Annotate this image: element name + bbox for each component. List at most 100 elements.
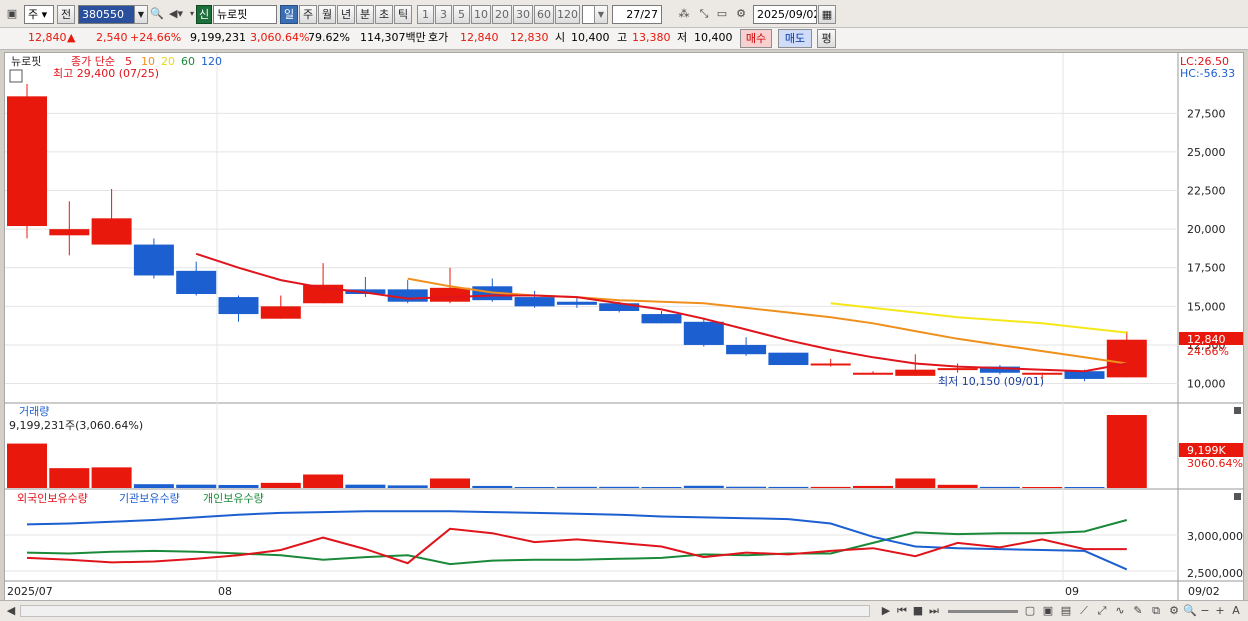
- period-tick-tab[interactable]: 틱: [394, 5, 412, 24]
- volume-tag-label: 9,199K: [1187, 444, 1226, 457]
- volume-bar: [176, 484, 217, 488]
- stock-name-field[interactable]: 뉴로핏: [213, 5, 277, 24]
- candle-body: [810, 363, 851, 366]
- buy-button[interactable]: 매수: [740, 29, 772, 48]
- interval-3-button[interactable]: 3: [435, 5, 452, 24]
- price-tick-label: 25,000: [1187, 146, 1226, 159]
- price-tick-label: 15,000: [1187, 300, 1226, 313]
- current-pct-tag-label: 24.66%: [1187, 345, 1229, 358]
- zoom-in-icon[interactable]: +: [1212, 603, 1228, 619]
- period-week-tab[interactable]: 주: [299, 5, 317, 24]
- layout-2-icon[interactable]: ▣: [1040, 603, 1056, 619]
- volume-value: 9,199,231: [190, 31, 246, 44]
- x-label-aug: 08: [218, 585, 232, 598]
- price-tick-label: 17,500: [1187, 262, 1226, 275]
- period-second-tab[interactable]: 초: [375, 5, 393, 24]
- chart-area: 27,500 25,000 22,500 20,000 17,500 15,000 12,5…: [4, 52, 1244, 602]
- x-label-last: 09/02: [1188, 585, 1220, 598]
- volume-panel-close-icon[interactable]: [1234, 407, 1241, 414]
- candle-body: [218, 297, 259, 315]
- candle-body: [768, 352, 809, 366]
- trend-tool-icon[interactable]: ⤢: [1094, 603, 1110, 619]
- price-chart-svg[interactable]: 27,50025,00022,50020,00017,50015,00012,5…: [5, 53, 1243, 601]
- holdings-lines-group: [26, 510, 1128, 571]
- volume-bar: [895, 478, 936, 488]
- candle-body: [853, 372, 893, 375]
- candle-body: [556, 301, 597, 305]
- price-change: 2,540: [96, 31, 128, 44]
- interval-10-button[interactable]: 10: [471, 5, 491, 24]
- stock-code-input[interactable]: 380550: [78, 5, 136, 24]
- custom-interval-dropdown-icon[interactable]: ▼: [594, 5, 608, 24]
- search-icon[interactable]: 🔍: [149, 6, 165, 22]
- pencil-icon[interactable]: ✎: [1130, 603, 1146, 619]
- period-month-tab[interactable]: 월: [318, 5, 336, 24]
- price-tick-label: 20,000: [1187, 223, 1226, 236]
- draw-line-icon[interactable]: ⤡: [696, 6, 712, 22]
- code-dropdown-icon[interactable]: ▼: [134, 5, 148, 24]
- speaker-icon[interactable]: ◀▾: [168, 6, 184, 22]
- x-label-jul: 2025/07: [7, 585, 53, 598]
- interval-120-button[interactable]: 120: [555, 5, 580, 24]
- gear-icon[interactable]: ⚙: [733, 6, 749, 22]
- link-icon[interactable]: ⁂: [676, 6, 692, 22]
- volume-bar: [1106, 415, 1147, 488]
- interval-1-button[interactable]: 1: [417, 5, 434, 24]
- average-button[interactable]: 평: [817, 29, 836, 48]
- volume-bar: [1022, 486, 1063, 488]
- volume-bar: [853, 485, 893, 488]
- ma20-line: [830, 302, 1127, 334]
- ma120-legend: 120: [201, 55, 222, 68]
- wave-tool-icon[interactable]: ∿: [1112, 603, 1128, 619]
- volume-bar: [641, 486, 682, 488]
- volume-bar: [387, 485, 428, 488]
- period-year-tab[interactable]: 년: [337, 5, 355, 24]
- horizontal-scrollbar[interactable]: [20, 605, 870, 617]
- layout-3-icon[interactable]: ▤: [1058, 603, 1074, 619]
- sell-button[interactable]: 매도: [778, 29, 812, 48]
- zoom-out-icon[interactable]: −: [1197, 603, 1213, 619]
- main-toolbar: ▣ 주 ▾ 전 380550 ▼ 🔍 ◀▾ ▾ 신 뉴로핏 일 주 월 년 분 …: [0, 0, 1248, 28]
- volume-bar: [810, 486, 851, 488]
- scroll-left-icon[interactable]: ◀: [3, 603, 19, 619]
- window-menu-icon[interactable]: ▣: [4, 6, 20, 22]
- layout-1-icon[interactable]: ▢: [1022, 603, 1038, 619]
- hc-label: HC:-56.33: [1180, 67, 1235, 80]
- volume-bar: [768, 486, 809, 488]
- holdings-panel-close-icon[interactable]: [1234, 493, 1241, 500]
- volume-bar: [345, 484, 386, 488]
- magnifier-icon[interactable]: 🔍: [1182, 603, 1198, 619]
- volume-title: 거래량: [19, 405, 49, 418]
- text-tool-icon[interactable]: A: [1228, 603, 1244, 619]
- date-input[interactable]: 2025/09/02: [753, 5, 817, 24]
- prev-button[interactable]: 전: [57, 5, 75, 24]
- stop-icon[interactable]: ■: [910, 603, 926, 619]
- calendar-icon[interactable]: ▦: [818, 5, 836, 24]
- ask-price: 12,840: [460, 31, 499, 44]
- high-note: 최고 29,400 (07/25): [53, 67, 159, 80]
- save-icon[interactable]: ▭: [714, 6, 730, 22]
- settings-small-icon[interactable]: ⚙: [1166, 603, 1182, 619]
- candle-body: [1064, 371, 1105, 379]
- copy-icon[interactable]: ⧉: [1148, 603, 1164, 619]
- draw-tool-icon[interactable]: ⟋: [1076, 603, 1092, 619]
- period-day-tab[interactable]: 일: [280, 5, 298, 24]
- interval-20-button[interactable]: 20: [492, 5, 512, 24]
- candle-body: [641, 314, 682, 324]
- interval-60-button[interactable]: 60: [534, 5, 554, 24]
- volume-bar: [260, 482, 301, 488]
- period-minute-tab[interactable]: 분: [356, 5, 374, 24]
- first-page-icon[interactable]: ⏮: [894, 603, 910, 619]
- volume-bar: [430, 478, 470, 488]
- last-page-icon[interactable]: ⏭: [926, 603, 942, 619]
- period-type-select[interactable]: 주 ▾: [24, 5, 54, 24]
- legend-inst: 기관보유수량: [119, 492, 180, 505]
- interval-5-button[interactable]: 5: [453, 5, 470, 24]
- scroll-right-icon[interactable]: ▶: [878, 603, 894, 619]
- volume-bars-group: [7, 415, 1147, 488]
- volume-bar: [726, 486, 767, 488]
- zoom-slider[interactable]: [948, 610, 1018, 613]
- interval-30-button[interactable]: 30: [513, 5, 533, 24]
- current-price: 12,840: [28, 31, 67, 44]
- calc-icon[interactable]: [9, 69, 23, 83]
